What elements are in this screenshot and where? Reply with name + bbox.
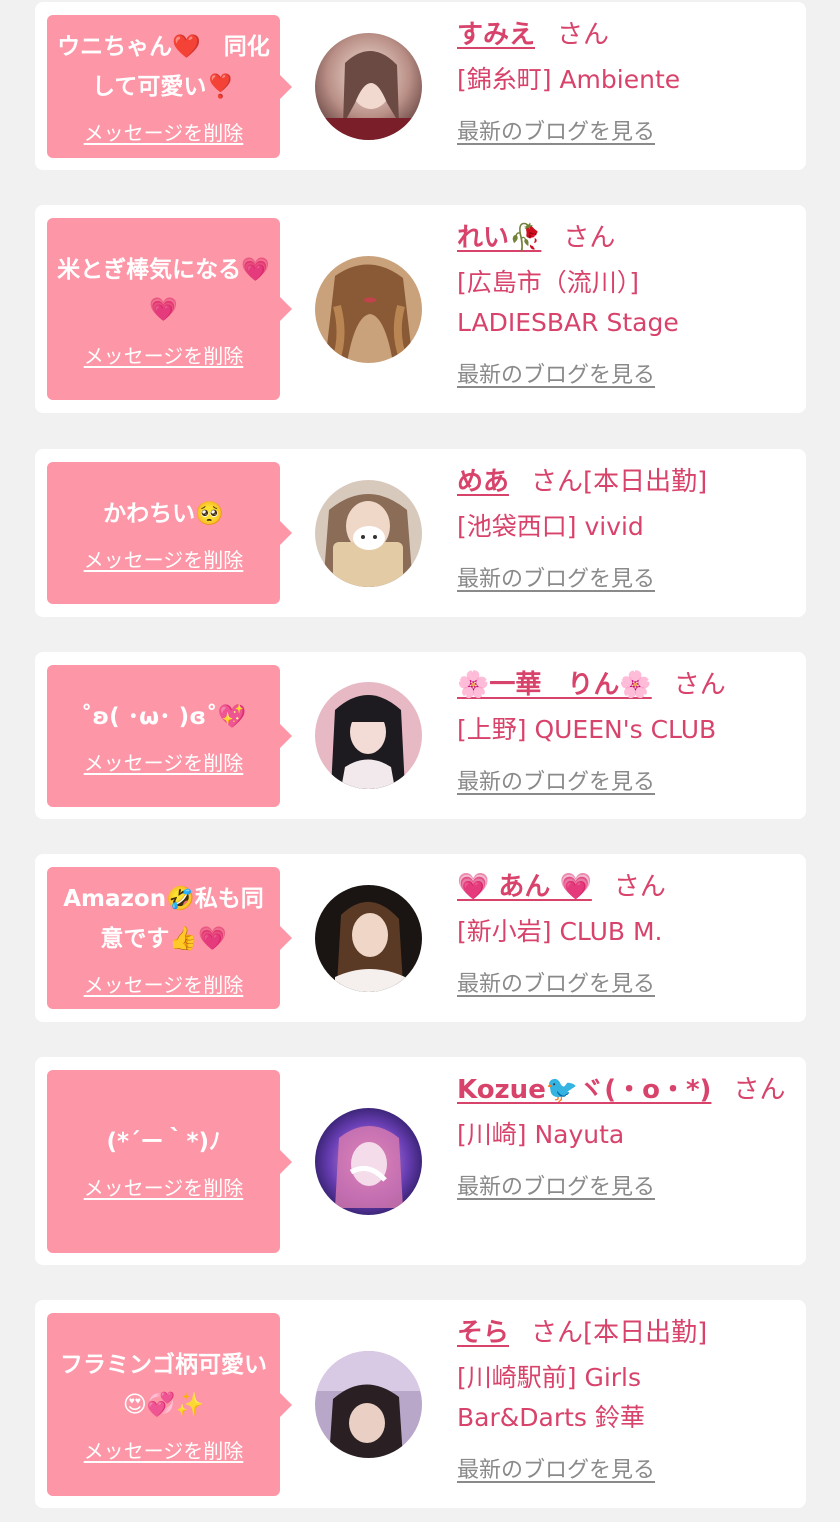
message-bubble: 米とぎ棒気になる💗💗 メッセージを削除 (47, 218, 292, 400)
list-item: (*´ー｀*)ﾉ メッセージを削除 Kozue🐦ヾ(・o・*) さん [川崎] … (35, 1057, 806, 1265)
latest-blog-link[interactable]: 最新のブログを見る (457, 114, 655, 152)
delete-message-link[interactable]: メッセージを削除 (84, 747, 244, 776)
profile-info: 🌸一華 りん🌸 さん [上野] QUEEN's CLUB 最新のブログを見る (457, 664, 797, 802)
profile-name-link[interactable]: そら (457, 1318, 509, 1348)
profile-name-link[interactable]: すみえ (457, 20, 535, 50)
latest-blog-link[interactable]: 最新のブログを見る (457, 357, 655, 395)
latest-blog-link[interactable]: 最新のブログを見る (457, 1169, 655, 1207)
delete-message-link[interactable]: メッセージを削除 (84, 1172, 244, 1201)
profile-info: れい🥀 さん [広島市（流川）] LADIESBAR Stage 最新のブログを見… (457, 217, 797, 395)
message-bubble: ˚ʚ( ･ω･ )ɞ˚💖 メッセージを削除 (47, 665, 292, 807)
message-bubble: Amazon🤣私も同意です👍💗 メッセージを削除 (47, 867, 292, 1009)
avatar[interactable] (315, 885, 422, 992)
avatar-photo (315, 256, 422, 363)
message-text: ˚ʚ( ･ω･ )ɞ˚💖 (80, 703, 247, 730)
latest-blog-link[interactable]: 最新のブログを見る (457, 966, 655, 1004)
profile-name-link[interactable]: れい🥀 (457, 223, 541, 253)
avatar[interactable] (315, 33, 422, 140)
avatar[interactable] (315, 1108, 422, 1215)
honorific: さん (613, 872, 666, 902)
message-text: フラミンゴ柄可愛い😍💞✨ (60, 1352, 267, 1418)
delete-message-link[interactable]: メッセージを削除 (84, 544, 244, 573)
list-item: 米とぎ棒気になる💗💗 メッセージを削除 れい🥀 さん [広島市（流川）] LADI… (35, 205, 806, 413)
honorific: さん (733, 1075, 786, 1105)
avatar[interactable] (315, 256, 422, 363)
avatar-photo (315, 1351, 422, 1458)
list-item: かわちい🥺 メッセージを削除 めあ さん[本日出勤] [池袋西口] vivid 最… (35, 449, 806, 617)
message-bubble: ウニちゃん❤️ 同化して可愛い❣️ メッセージを削除 (47, 15, 292, 158)
profile-info: そら さん[本日出勤] [川崎駅前] Girls Bar&Darts 鈴華 最新の… (457, 1312, 797, 1490)
delete-message-link[interactable]: メッセージを削除 (84, 1435, 244, 1464)
list-item: Amazon🤣私も同意です👍💗 メッセージを削除 💗 あん 💗 さん [新小岩] … (35, 854, 806, 1022)
shop-name: [上野] QUEEN's CLUB (457, 715, 717, 744)
avatar-photo (315, 885, 422, 992)
avatar[interactable] (315, 1351, 422, 1458)
shop-name: [錦糸町] Ambiente (457, 65, 681, 94)
honorific: さん (557, 20, 610, 50)
shop-name: [川崎駅前] Girls Bar&Darts 鈴華 (457, 1363, 645, 1432)
profile-name-link[interactable]: めあ (457, 467, 509, 497)
message-text: かわちい🥺 (103, 500, 224, 527)
honorific: さん (531, 467, 584, 497)
profile-name-link[interactable]: 💗 あん 💗 (457, 872, 592, 902)
delete-message-link[interactable]: メッセージを削除 (84, 969, 244, 998)
shop-name: [川崎] Nayuta (457, 1120, 625, 1149)
honorific: さん (563, 223, 616, 253)
message-text: Amazon🤣私も同意です👍💗 (63, 885, 264, 952)
shop-name: [新小岩] CLUB M. (457, 917, 663, 946)
message-bubble: フラミンゴ柄可愛い😍💞✨ メッセージを削除 (47, 1313, 292, 1496)
profile-info: めあ さん[本日出勤] [池袋西口] vivid 最新のブログを見る (457, 461, 797, 599)
honorific: さん (531, 1318, 584, 1348)
message-bubble: (*´ー｀*)ﾉ メッセージを削除 (47, 1070, 292, 1253)
message-text: 米とぎ棒気になる💗💗 (57, 256, 270, 323)
profile-name-link[interactable]: Kozue🐦ヾ(・o・*) (457, 1075, 711, 1105)
honorific: さん (673, 670, 726, 700)
list-item: ˚ʚ( ･ω･ )ɞ˚💖 メッセージを削除 🌸一華 りん🌸 さん [上野] QUE… (35, 652, 806, 819)
list-item: ウニちゃん❤️ 同化して可愛い❣️ メッセージを削除 すみえ さん [錦糸町] … (35, 2, 806, 170)
avatar[interactable] (315, 682, 422, 789)
shop-name: [広島市（流川）] LADIESBAR Stage (457, 268, 679, 337)
latest-blog-link[interactable]: 最新のブログを見る (457, 1452, 655, 1490)
message-bubble: かわちい🥺 メッセージを削除 (47, 462, 292, 604)
delete-message-link[interactable]: メッセージを削除 (84, 117, 244, 146)
profile-info: 💗 あん 💗 さん [新小岩] CLUB M. 最新のブログを見る (457, 866, 797, 1004)
profile-info: Kozue🐦ヾ(・o・*) さん [川崎] Nayuta 最新のブログを見る (457, 1069, 797, 1207)
list-item: フラミンゴ柄可愛い😍💞✨ メッセージを削除 そら さん[本日出勤] [川崎駅前] … (35, 1300, 806, 1508)
profile-name-link[interactable]: 🌸一華 りん🌸 (457, 670, 652, 700)
avatar-photo (315, 1108, 422, 1215)
work-status: [本日出勤] (583, 1318, 708, 1348)
work-status: [本日出勤] (583, 467, 708, 497)
latest-blog-link[interactable]: 最新のブログを見る (457, 561, 655, 599)
latest-blog-link[interactable]: 最新のブログを見る (457, 764, 655, 802)
avatar[interactable] (315, 480, 422, 587)
avatar-photo (315, 480, 422, 587)
message-text: (*´ー｀*)ﾉ (106, 1129, 221, 1155)
shop-name: [池袋西口] vivid (457, 512, 644, 541)
avatar-photo (315, 33, 422, 140)
delete-message-link[interactable]: メッセージを削除 (84, 340, 244, 369)
message-text: ウニちゃん❤️ 同化して可愛い❣️ (57, 34, 270, 100)
avatar-photo (315, 682, 422, 789)
profile-info: すみえ さん [錦糸町] Ambiente 最新のブログを見る (457, 14, 797, 152)
